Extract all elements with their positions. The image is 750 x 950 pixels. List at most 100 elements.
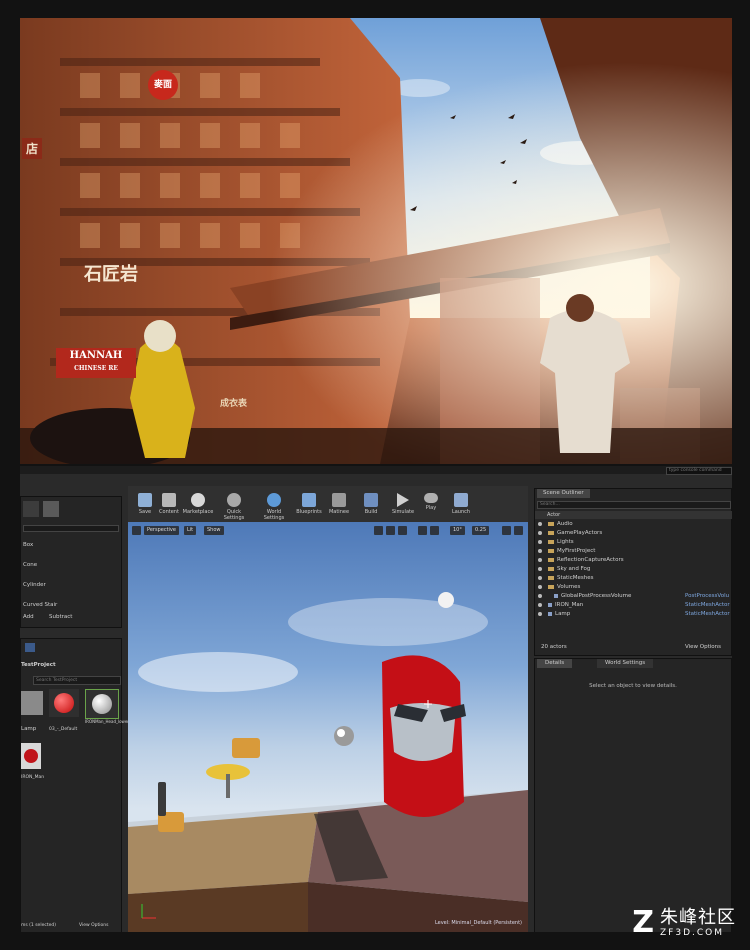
head-asset-label: IRONMan_Head_lowerbite — [85, 719, 137, 724]
content-search-input[interactable]: Search TestProject — [33, 676, 121, 685]
grid-snap-icon[interactable] — [430, 526, 439, 535]
actor-icon — [548, 602, 552, 607]
visibility-eye-icon[interactable] — [538, 539, 542, 544]
content-view-options[interactable]: View Options — [79, 921, 108, 930]
visibility-eye-icon[interactable] — [538, 584, 542, 589]
play-button[interactable]: Play — [416, 490, 446, 522]
outliner-column-actor[interactable]: Actor — [535, 511, 732, 519]
scale-icon[interactable] — [398, 526, 407, 535]
lit-button[interactable]: Lit — [184, 526, 197, 535]
head-asset-thumb[interactable] — [85, 689, 119, 719]
add-button[interactable]: Add — [23, 613, 34, 622]
outliner-tab[interactable]: Scene Outliner — [537, 489, 590, 498]
world-icon[interactable] — [418, 526, 427, 535]
perspective-button[interactable]: Perspective — [144, 526, 179, 535]
actor-icon — [554, 593, 558, 598]
visibility-eye-icon[interactable] — [538, 575, 542, 580]
outliner-row[interactable]: Audio — [535, 520, 731, 529]
place-item-cylinder[interactable]: Cylinder — [23, 581, 46, 590]
place-item-cone[interactable]: Cone — [23, 561, 37, 570]
visibility-eye-icon[interactable] — [538, 566, 542, 571]
material-asset-label: 03_-_Default — [49, 727, 78, 732]
console-command-field[interactable]: type console command — [666, 467, 732, 475]
outliner-row[interactable]: GamePlayActors — [535, 529, 731, 538]
visibility-eye-icon[interactable] — [538, 530, 542, 535]
outliner-row[interactable]: ReflectionCaptureActors — [535, 556, 731, 565]
gamepad-icon — [424, 493, 438, 503]
leaf-icon[interactable] — [23, 501, 39, 517]
content-browser: TestProject Search TestProject Lamp 03_-… — [20, 638, 137, 932]
actor-count: 20 actors — [541, 644, 567, 650]
ironman-asset-label: IRON_Man — [21, 775, 45, 780]
content-icon — [162, 493, 176, 507]
visibility-eye-icon[interactable] — [538, 602, 542, 607]
maximize-icon[interactable] — [514, 526, 523, 535]
visibility-eye-icon[interactable] — [538, 593, 542, 598]
outliner-row[interactable]: Sky and Fog — [535, 565, 731, 574]
place-item-curved-stair[interactable]: Curved Stair — [23, 601, 57, 610]
noodle-sign: 麥面 — [148, 70, 178, 100]
launch-button[interactable]: Launch — [446, 490, 476, 522]
visibility-eye-icon[interactable] — [538, 557, 542, 562]
camera-speed-icon[interactable] — [502, 526, 511, 535]
level-viewport[interactable]: Perspective Lit Show 10° 0.25 Level: Min… — [128, 522, 528, 932]
outliner-row[interactable]: Volumes — [535, 583, 731, 592]
launch-label: Launch — [451, 509, 471, 515]
marketplace-button[interactable]: Marketplace — [180, 490, 216, 522]
details-panel: Details World Settings Select an object … — [534, 658, 732, 932]
marketplace-label: Marketplace — [182, 509, 214, 515]
subtract-button[interactable]: Subtract — [49, 613, 72, 622]
watermark: Z 朱峰社区 ZF3D.COM — [632, 905, 736, 940]
world-settings-label: World Settings — [263, 509, 285, 521]
visibility-eye-icon[interactable] — [538, 548, 542, 553]
outliner-row[interactable]: Lamp StaticMeshActor — [535, 610, 731, 619]
outliner-row[interactable]: StaticMeshes — [535, 574, 731, 583]
content-browser-icon[interactable] — [25, 643, 35, 652]
folder-icon — [548, 584, 554, 589]
cube-icon[interactable] — [43, 501, 59, 517]
outliner-row[interactable]: GlobalPostProcessVolume PostProcessVolu — [535, 592, 731, 601]
material-asset-thumb[interactable] — [49, 689, 79, 717]
outliner-row-label: StaticMeshes — [557, 575, 594, 581]
outliner-row[interactable]: Lights — [535, 538, 731, 547]
gear-icon — [227, 493, 241, 507]
simulate-button[interactable]: Simulate — [388, 490, 418, 522]
visibility-eye-icon[interactable] — [538, 611, 542, 616]
outliner-row-label: GlobalPostProcessVolume — [561, 593, 632, 599]
viewport-options-icon[interactable] — [132, 526, 141, 535]
save-icon — [138, 493, 152, 507]
visibility-eye-icon[interactable] — [538, 521, 542, 526]
outliner-view-options[interactable]: View Options — [685, 643, 721, 652]
outliner-search-input[interactable]: Search... — [537, 501, 731, 509]
scale-snap-value[interactable]: 0.25 — [472, 526, 490, 535]
details-tab[interactable]: Details — [537, 659, 573, 668]
play-icon — [397, 493, 409, 507]
place-search-input[interactable] — [23, 525, 119, 532]
folder-icon — [548, 539, 554, 544]
level-label: Level: Minimal_Default (Persistent) — [434, 920, 522, 926]
rotate-icon[interactable] — [386, 526, 395, 535]
outliner-row-label: GamePlayActors — [557, 530, 603, 536]
outliner-row[interactable]: IRON_Man StaticMeshActor — [535, 601, 731, 610]
quick-settings-label: Quick Settings — [223, 509, 245, 521]
world-settings-tab[interactable]: World Settings — [597, 659, 654, 668]
rotation-snap-value[interactable]: 10° — [450, 526, 465, 535]
place-item-box[interactable]: Box — [23, 541, 33, 550]
blueprint-icon — [302, 493, 316, 507]
lamp-asset-thumb[interactable] — [21, 691, 43, 715]
world-settings-button[interactable]: World Settings — [256, 490, 292, 522]
project-breadcrumb[interactable]: TestProject — [21, 661, 56, 670]
ironman-asset-thumb[interactable] — [21, 743, 41, 769]
outliner-row[interactable]: MyFirstProject — [535, 547, 731, 556]
lamp-asset-label: Lamp — [21, 726, 37, 732]
matinee-button[interactable]: Matinee — [324, 490, 354, 522]
blueprints-button[interactable]: Blueprints — [294, 490, 324, 522]
quick-settings-button[interactable]: Quick Settings — [216, 490, 252, 522]
show-button[interactable]: Show — [204, 526, 224, 535]
brand-logo-icon: Z — [632, 905, 654, 940]
stone-sign: 石匠岩 — [84, 264, 138, 285]
translate-icon[interactable] — [374, 526, 383, 535]
build-button[interactable]: Build — [356, 490, 386, 522]
shop-sign: 店 — [22, 138, 43, 159]
folder-icon — [548, 566, 554, 571]
